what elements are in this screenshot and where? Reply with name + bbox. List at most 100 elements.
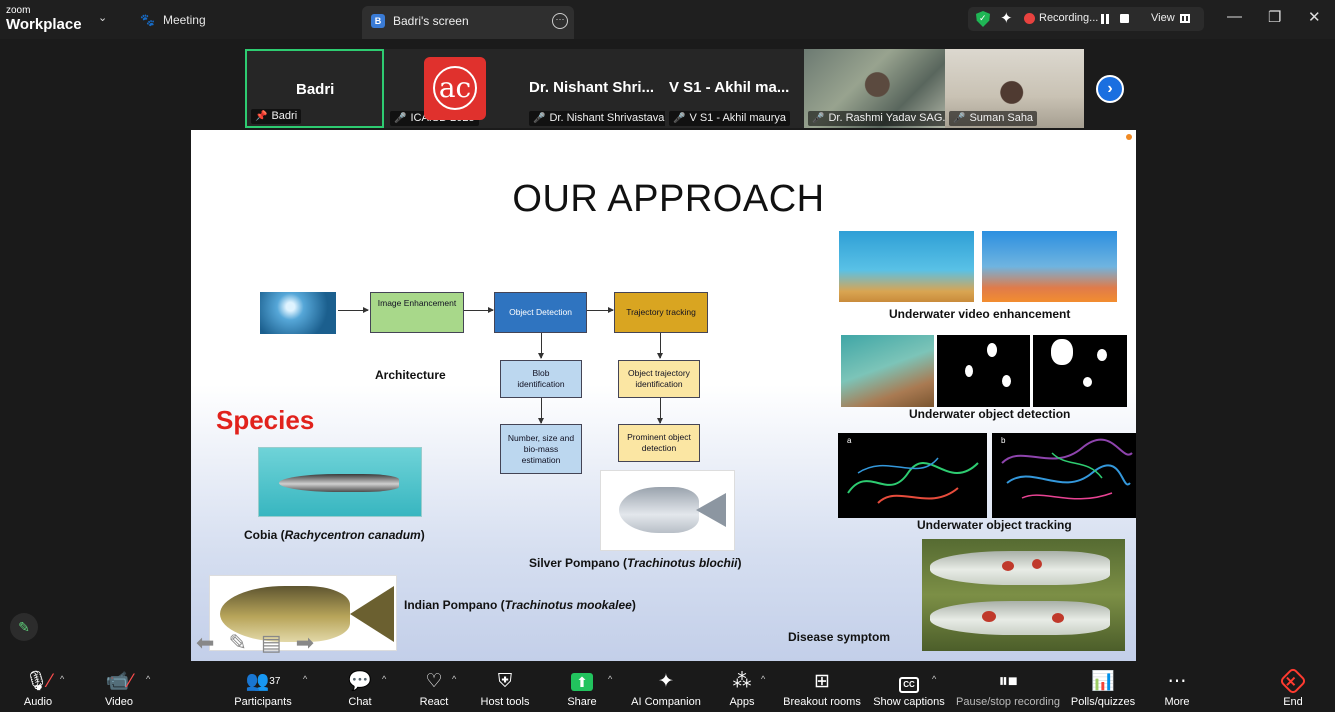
apps-button[interactable]: ⁂ Apps	[724, 662, 760, 712]
next-page-button[interactable]: ›	[1096, 75, 1124, 103]
flow-arrow	[538, 333, 544, 359]
flow-arrow	[587, 307, 614, 313]
participants-icon: 👥37	[245, 671, 281, 692]
participant-label: 🎤 V S1 - Akhil maurya	[669, 111, 791, 126]
view-button[interactable]: View	[1151, 12, 1175, 24]
arrow-right-icon[interactable]: ➡	[296, 630, 314, 656]
arrow-left-icon[interactable]: ⬅	[196, 630, 214, 656]
chevron-up-icon: ^	[60, 674, 65, 684]
cloud-record-icon	[1024, 13, 1035, 24]
flow-arrow	[538, 398, 544, 424]
tab-shared-screen[interactable]: B Badri's screen ···	[362, 6, 574, 39]
title-bar: zoom Workplace ⌄ 🐾 Meeting B Badri's scr…	[0, 0, 1335, 39]
close-icon[interactable]: ✕	[1308, 8, 1321, 26]
participant-video-rashmi[interactable]: 🎤 Dr. Rashmi Yadav SAG...	[804, 49, 956, 128]
recording-status-pill: ✓ ✦ Recording... View	[968, 7, 1204, 31]
enhancement-caption: Underwater video enhancement	[889, 307, 1071, 321]
chat-button[interactable]: 💬 Chat	[340, 662, 380, 712]
cobia-caption: Cobia (Rachycentron canadum)	[244, 528, 425, 542]
indian-pompano-caption: Indian Pompano (Trachinotus mookalee)	[404, 598, 636, 612]
detection-mask-1	[937, 335, 1030, 407]
flow-arrow	[657, 398, 663, 424]
pen-icon[interactable]: ✎	[228, 630, 246, 656]
captions-options-caret[interactable]: ^	[932, 662, 944, 712]
participant-tile-badri[interactable]: Badri 📌 Badri	[245, 49, 384, 128]
grid-icon[interactable]	[1180, 14, 1190, 23]
recording-label: Recording...	[1039, 12, 1099, 24]
shield-icon: ⛨	[497, 671, 513, 692]
zoom-logo-workplace: Workplace	[6, 16, 82, 33]
ai-companion-button[interactable]: ✦ AI Companion	[628, 662, 704, 712]
stop-icon[interactable]	[1120, 14, 1129, 23]
detection-source-image	[841, 335, 934, 407]
mic-muted-icon: 🎙⁄	[24, 671, 52, 692]
participant-label: 📌 Badri	[251, 109, 302, 124]
chevron-up-icon: ^	[932, 674, 937, 684]
participant-tile-akhil[interactable]: V S1 - Akhil ma... 🎤 V S1 - Akhil maurya	[665, 49, 804, 128]
more-options-icon[interactable]: ···	[552, 13, 568, 29]
audio-options-caret[interactable]: ^	[60, 662, 72, 712]
host-tools-button[interactable]: ⛨ Host tools	[476, 662, 534, 712]
restore-icon[interactable]: ❐	[1268, 8, 1281, 26]
flow-arrow	[338, 307, 369, 313]
tracking-paths-b	[1001, 438, 1133, 500]
annotation-tools: ⬅ ✎ ▤ ➡	[196, 630, 314, 656]
chevron-up-icon: ^	[146, 674, 151, 684]
box-number-size: Number, size and bio-mass estimation	[500, 424, 582, 474]
notes-icon[interactable]: ▤	[261, 630, 282, 656]
chevron-up-icon: ^	[303, 674, 308, 684]
pause-stop-recording-button[interactable]: ⏸⏹ Pause/stop recording	[954, 662, 1062, 712]
participant-name: V S1 - Akhil ma...	[669, 79, 790, 96]
react-options-caret[interactable]: ^	[452, 662, 464, 712]
cobia-image	[258, 447, 422, 517]
apps-options-caret[interactable]: ^	[761, 662, 773, 712]
more-button[interactable]: ⋯ More	[1158, 662, 1196, 712]
video-button[interactable]: 📹⁄ Video	[95, 662, 143, 712]
polls-quizzes-button[interactable]: 📊 Polls/quizzes	[1070, 662, 1136, 712]
slide-indicator-dot	[1126, 134, 1132, 140]
tracking-caption: Underwater object tracking	[917, 518, 1072, 532]
pause-stop-icon: ⏸⏹	[998, 671, 1018, 692]
pause-icon[interactable]	[1101, 14, 1109, 24]
chevron-up-icon: ^	[452, 674, 457, 684]
react-button[interactable]: ♡ React	[414, 662, 454, 712]
box-image-enhancement: Image Enhancement	[370, 292, 464, 333]
chevron-up-icon: ^	[761, 674, 766, 684]
participant-video-suman[interactable]: 🎤 Suman Saha	[945, 49, 1084, 128]
enhancement-before-image	[839, 231, 974, 302]
check-icon: ✓	[979, 13, 987, 23]
participant-strip: Badri 📌Badri 🎤ICAISD 2025 ac Dr. Nishant…	[0, 39, 1335, 130]
tracking-panel-a: a	[838, 433, 987, 518]
participants-button[interactable]: 👥37 Participants	[230, 662, 296, 712]
share-button[interactable]: ⬆ Share	[560, 662, 604, 712]
silver-pompano-caption: Silver Pompano (Trachinotus blochii)	[529, 556, 742, 570]
chat-options-caret[interactable]: ^	[382, 662, 394, 712]
breakout-grid-icon: ⊞	[814, 671, 830, 692]
meeting-menu-button[interactable]: 🐾 Meeting	[140, 10, 206, 30]
audio-button[interactable]: 🎙⁄ Audio	[14, 662, 62, 712]
video-options-caret[interactable]: ^	[146, 662, 158, 712]
participant-tile-nishant[interactable]: Dr. Nishant Shri... 🎤 Dr. Nishant Shrivas…	[525, 49, 669, 128]
edit-annotation-icon[interactable]: ✎	[10, 613, 38, 641]
breakout-rooms-button[interactable]: ⊞ Breakout rooms	[780, 662, 864, 712]
ai-sparkle-icon[interactable]: ✦	[1000, 9, 1013, 27]
box-blob-identification: Blob identification	[500, 360, 582, 398]
share-screen-icon: ⬆	[560, 671, 604, 693]
minimize-icon[interactable]: —	[1227, 8, 1242, 25]
participant-name: Dr. Nishant Shri...	[529, 79, 655, 96]
participants-options-caret[interactable]: ^	[303, 662, 315, 712]
video-off-icon: 📹⁄	[105, 671, 133, 692]
box-object-trajectory: Object trajectory identification	[618, 360, 700, 398]
chevron-down-icon[interactable]: ⌄	[98, 11, 107, 24]
tab-label: Badri's screen	[393, 14, 469, 28]
share-options-caret[interactable]: ^	[608, 662, 620, 712]
participant-label: 🎤 Dr. Nishant Shrivastava	[529, 111, 669, 126]
slide-title: OUR APPROACH	[512, 178, 825, 220]
muted-mic-icon: 🎤	[533, 113, 546, 124]
ai-sparkle-icon: ✦	[658, 671, 674, 692]
diver-thumbnail	[260, 292, 336, 334]
tracking-paths-a	[847, 457, 979, 504]
detection-mask-2	[1033, 335, 1127, 407]
end-meeting-button[interactable]: ✕ End	[1276, 662, 1310, 712]
muted-mic-icon: 🎤	[673, 113, 686, 124]
